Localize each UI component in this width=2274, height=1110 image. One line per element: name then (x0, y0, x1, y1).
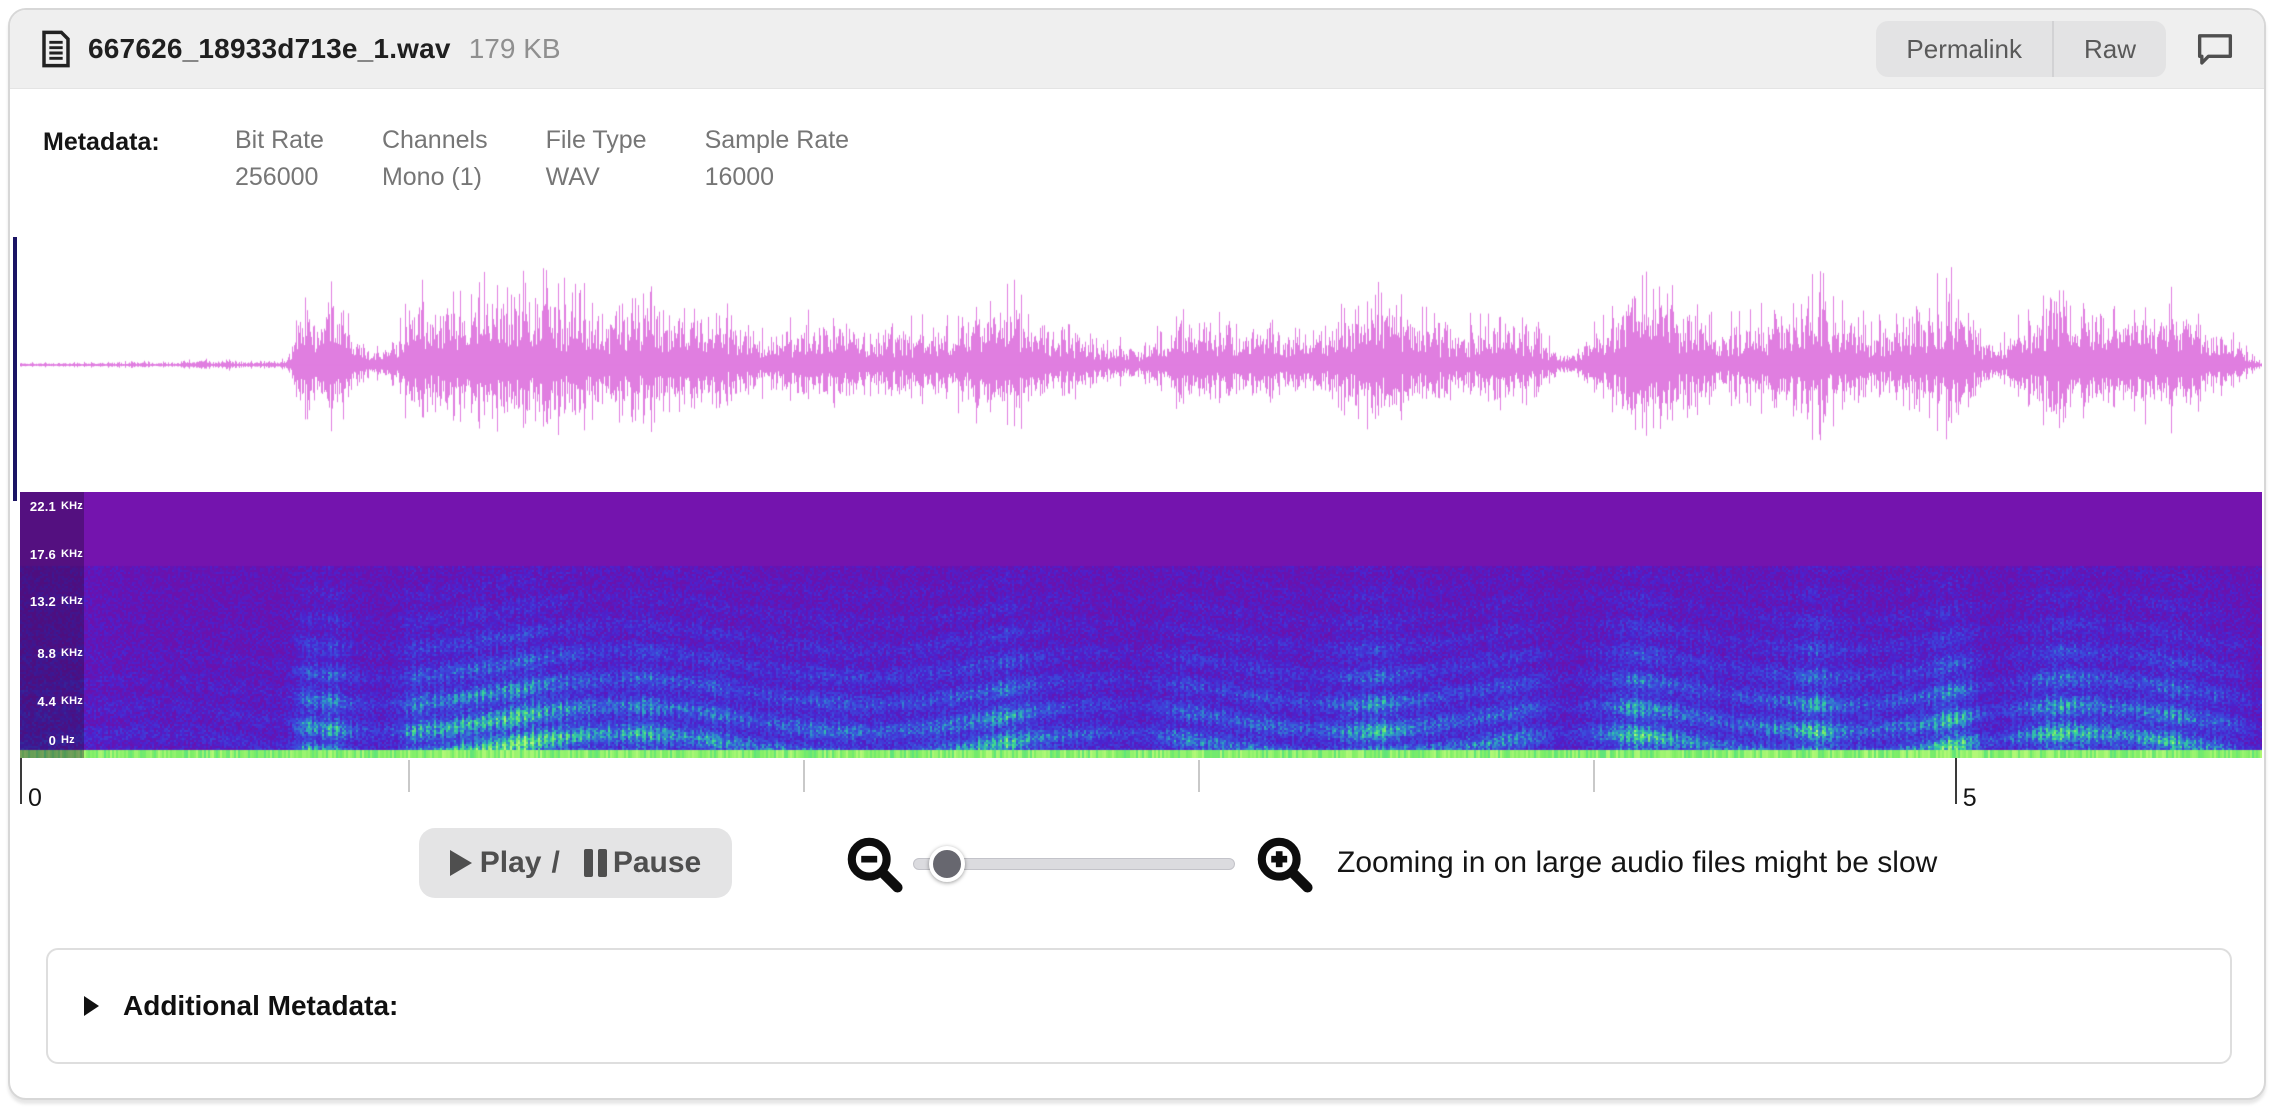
timeline-tick-label: 0 (28, 784, 42, 813)
play-label: Play (480, 846, 542, 880)
additional-metadata-label: Additional Metadata: (123, 990, 398, 1022)
raw-button[interactable]: Raw (2054, 21, 2166, 77)
metadata-field-bit-rate: Bit Rate 256000 (235, 128, 324, 190)
file-document-icon (40, 30, 72, 68)
freq-axis-label: 8.8KHz (25, 646, 83, 661)
frequency-axis: 22.1KHz 17.6KHz 13.2KHz 8.8KHz 4.4KHz 0Hz (20, 492, 84, 758)
timeline-tick (408, 760, 410, 792)
metadata-title: Metadata: (43, 128, 235, 190)
file-name: 667626_18933d713e_1.wav (88, 33, 451, 65)
waveform-canvas[interactable] (20, 237, 2262, 492)
file-size: 179 KB (469, 33, 561, 65)
zoom-slider[interactable] (913, 846, 1235, 882)
freq-axis-label: 22.1KHz (25, 499, 83, 514)
metadata-field-value: 16000 (705, 165, 850, 190)
zoom-out-icon[interactable] (846, 836, 904, 894)
timeline-tick (1955, 758, 1957, 804)
zoom-warning-text: Zooming in on large audio files might be… (1337, 828, 1937, 898)
audio-file-viewer-panel: 667626_18933d713e_1.wav 179 KB Permalink… (8, 8, 2266, 1100)
timeline-tick (803, 760, 805, 792)
metadata-field-value: WAV (546, 165, 647, 190)
header-button-group: Permalink Raw (1876, 21, 2166, 77)
waveform-display[interactable] (20, 237, 2262, 492)
disclosure-triangle-icon[interactable] (84, 996, 99, 1016)
additional-metadata-section[interactable]: Additional Metadata: (46, 948, 2232, 1064)
pause-label: Pause (613, 846, 701, 880)
zoom-slider-thumb[interactable] (929, 846, 965, 882)
timeline-tick (20, 758, 22, 804)
spectrogram-display[interactable]: 22.1KHz 17.6KHz 13.2KHz 8.8KHz 4.4KHz 0Hz (20, 492, 2262, 758)
metadata-row: Metadata: Bit Rate 256000 Channels Mono (1)… (43, 128, 907, 190)
metadata-field-channels: Channels Mono (1) (382, 128, 488, 190)
metadata-field-sample-rate: Sample Rate 16000 (705, 128, 850, 190)
file-header-right: Permalink Raw (1876, 21, 2234, 77)
play-pause-separator: / (551, 846, 559, 880)
freq-axis-label: 0Hz (25, 733, 75, 748)
metadata-field-label: Sample Rate (705, 128, 850, 153)
pause-icon (584, 849, 607, 877)
zoom-in-icon[interactable] (1256, 836, 1314, 894)
timeline-tick-label: 5 (1963, 784, 1977, 813)
metadata-field-file-type: File Type WAV (546, 128, 647, 190)
metadata-field-label: File Type (546, 128, 647, 153)
metadata-field-label: Bit Rate (235, 128, 324, 153)
freq-axis-label: 4.4KHz (25, 694, 83, 709)
comment-icon[interactable] (2196, 32, 2234, 66)
play-icon (450, 850, 472, 876)
metadata-field-label: Channels (382, 128, 488, 153)
freq-axis-label: 17.6KHz (25, 547, 83, 562)
file-header-left: 667626_18933d713e_1.wav 179 KB (40, 30, 561, 68)
play-pause-button[interactable]: Play / Pause (419, 828, 732, 898)
metadata-field-value: Mono (1) (382, 165, 488, 190)
permalink-button[interactable]: Permalink (1876, 21, 2052, 77)
metadata-field-value: 256000 (235, 165, 324, 190)
player-controls: Play / Pause Zooming in on large audio f… (10, 828, 2264, 902)
timeline-tick (1593, 760, 1595, 792)
spectrogram-canvas[interactable] (20, 492, 2262, 758)
timeline-tick (1198, 760, 1200, 792)
timeline: 05 (20, 758, 2262, 822)
metadata-fields: Bit Rate 256000 Channels Mono (1) File Type W… (235, 128, 907, 190)
file-header: 667626_18933d713e_1.wav 179 KB Permalink… (10, 10, 2264, 89)
playback-cursor (13, 237, 17, 501)
freq-axis-label: 13.2KHz (25, 594, 83, 609)
